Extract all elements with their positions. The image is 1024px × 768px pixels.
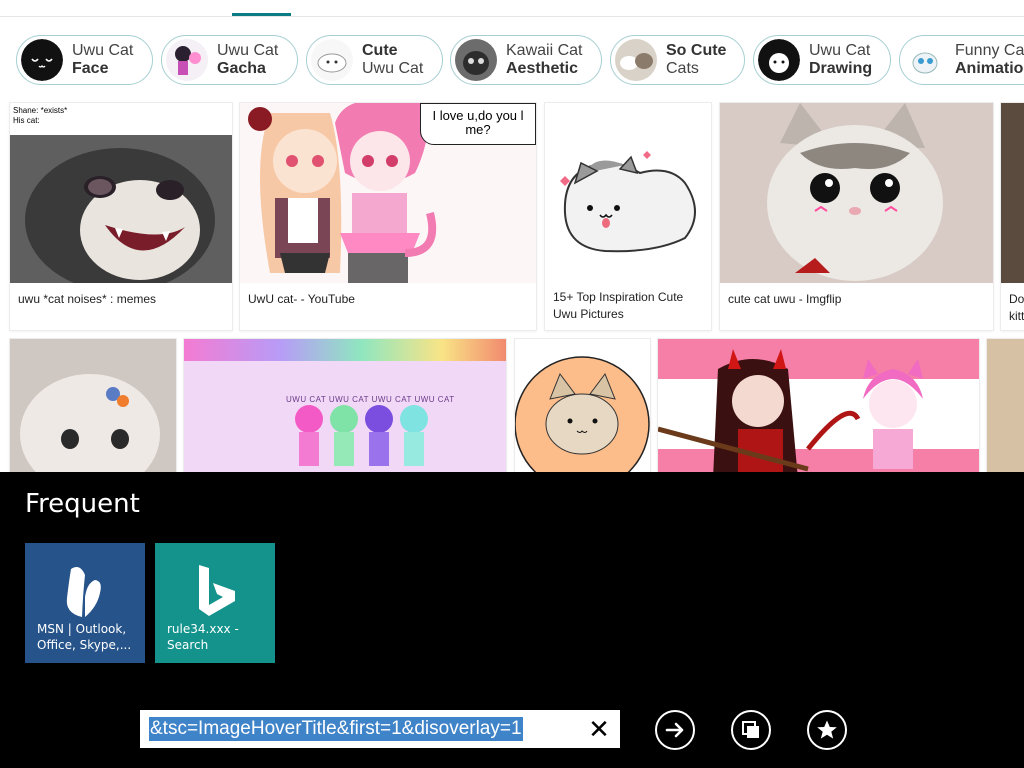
chip-line2: Cats (666, 60, 699, 77)
image-result[interactable]: I love u,do you l me? UwU cat- - YouTube (240, 103, 536, 330)
chip-line1: Funny Cat (955, 42, 1024, 59)
chip-line2: Uwu Cat (362, 60, 424, 77)
chip-thumbnail (166, 39, 208, 81)
tile-label: MSN | Outlook, Office, Skype,... (37, 622, 132, 652)
chip-line1: Uwu Cat (809, 42, 871, 59)
chip-thumbnail (758, 39, 800, 81)
msn-butterfly-icon (25, 553, 145, 629)
result-caption: uwu *cat noises* : memes (18, 292, 157, 306)
chip-thumbnail (455, 39, 497, 81)
image-banner-text: UWU CAT UWU CAT UWU CAT UWU CAT (286, 395, 455, 404)
bing-images-page: Uwu Cat Face Uwu Cat Gacha Cute Uwu Cat Kaw… (0, 0, 1024, 472)
result-image (658, 339, 979, 472)
image-result[interactable]: 15+ Top Inspiration Cute Uwu Pictures (545, 103, 711, 330)
result-image (1001, 103, 1024, 283)
image-result[interactable] (658, 339, 979, 472)
chip-line1: Uwu Cat (217, 42, 279, 59)
chip-line2: Drawing (809, 60, 873, 77)
url-text-selected[interactable]: &tsc=ImageHoverTitle&first=1&disoverlay=… (149, 717, 523, 741)
related-chip-uwu-cat-drawing[interactable]: Uwu Cat Drawing (753, 35, 891, 85)
chip-line1: So Cute (666, 42, 727, 59)
bing-logo-icon (155, 553, 275, 629)
chip-line2: Gacha (217, 60, 266, 77)
speech-bubble-text: I love u,do you l me? (420, 103, 536, 145)
related-chip-cute-uwu-cat[interactable]: Cute Uwu Cat (306, 35, 443, 85)
go-button[interactable] (655, 710, 695, 750)
result-image: UWU CAT UWU CAT UWU CAT UWU CAT (184, 339, 506, 472)
image-result[interactable] (10, 339, 176, 472)
result-caption: cute cat uwu - Imgflip (728, 292, 842, 306)
chip-line1: Cute (362, 42, 398, 59)
image-result[interactable]: cute cat uwu - Imgflip (720, 103, 993, 330)
image-result[interactable]: Do kitt (1001, 103, 1024, 330)
result-image (515, 339, 650, 472)
chip-line2: Face (72, 60, 109, 77)
meme-text-bottom: His cat: (13, 116, 40, 125)
image-result[interactable] (515, 339, 650, 472)
related-chip-funny-cat-animation[interactable]: Funny CatAnimation (899, 35, 1024, 85)
screen: Uwu Cat Face Uwu Cat Gacha Cute Uwu Cat Kaw… (0, 0, 1024, 768)
clear-address-button[interactable]: ✕ (583, 714, 615, 744)
chip-thumbnail (615, 39, 657, 81)
frequent-tile-bing-search[interactable]: rule34.xxx - Search (155, 543, 275, 663)
frequent-sites-panel: Frequent MSN | Outlook, Office, Skype,..… (0, 472, 1024, 768)
related-searches: Uwu Cat Face Uwu Cat Gacha Cute Uwu Cat Kaw… (16, 35, 1024, 85)
result-caption: Do kitt (1009, 292, 1024, 323)
result-image (987, 339, 1024, 472)
image-result[interactable]: Shane: *exists* His cat: uwu *cat noises… (10, 103, 232, 330)
result-image (720, 103, 993, 283)
result-image: I love u,do you l me? (240, 103, 536, 283)
frequent-tile-msn[interactable]: MSN | Outlook, Office, Skype,... (25, 543, 145, 663)
related-chip-kawaii-cat-aesthetic[interactable]: Kawaii Cat Aesthetic (450, 35, 602, 85)
go-arrow-icon (665, 722, 684, 738)
result-caption: 15+ Top Inspiration Cute Uwu Pictures (553, 290, 684, 321)
image-result[interactable]: UWU CAT UWU CAT UWU CAT UWU CAT (184, 339, 506, 472)
result-image (545, 103, 711, 281)
chip-thumbnail (904, 39, 946, 81)
active-tab-indicator (232, 13, 291, 16)
chip-line1: Kawaii Cat (506, 42, 583, 59)
result-caption: UwU cat- - YouTube (248, 292, 355, 306)
star-icon (817, 720, 837, 739)
image-result[interactable] (987, 339, 1024, 472)
related-chip-uwu-cat-face[interactable]: Uwu Cat Face (16, 35, 153, 85)
bing-tab-bar (0, 0, 1024, 17)
chip-line1: Uwu Cat (72, 42, 134, 59)
related-chip-uwu-cat-gacha[interactable]: Uwu Cat Gacha (161, 35, 298, 85)
chip-thumbnail (21, 39, 63, 81)
chip-line2: Aesthetic (506, 60, 579, 77)
chip-thumbnail (311, 39, 353, 81)
favorites-button[interactable] (807, 710, 847, 750)
tabs-icon (742, 721, 759, 738)
meme-text-top: Shane: *exists* (13, 106, 68, 115)
related-chip-so-cute-cats[interactable]: So Cute Cats (610, 35, 745, 85)
address-bar[interactable]: &tsc=ImageHoverTitle&first=1&disoverlay=… (140, 710, 620, 748)
result-image (10, 339, 176, 472)
section-title: Frequent (25, 489, 140, 519)
tabs-button[interactable] (731, 710, 771, 750)
result-image: Shane: *exists* His cat: (10, 103, 232, 283)
tile-label: rule34.xxx - Search (167, 622, 239, 652)
chip-line2: Animation (955, 60, 1024, 77)
